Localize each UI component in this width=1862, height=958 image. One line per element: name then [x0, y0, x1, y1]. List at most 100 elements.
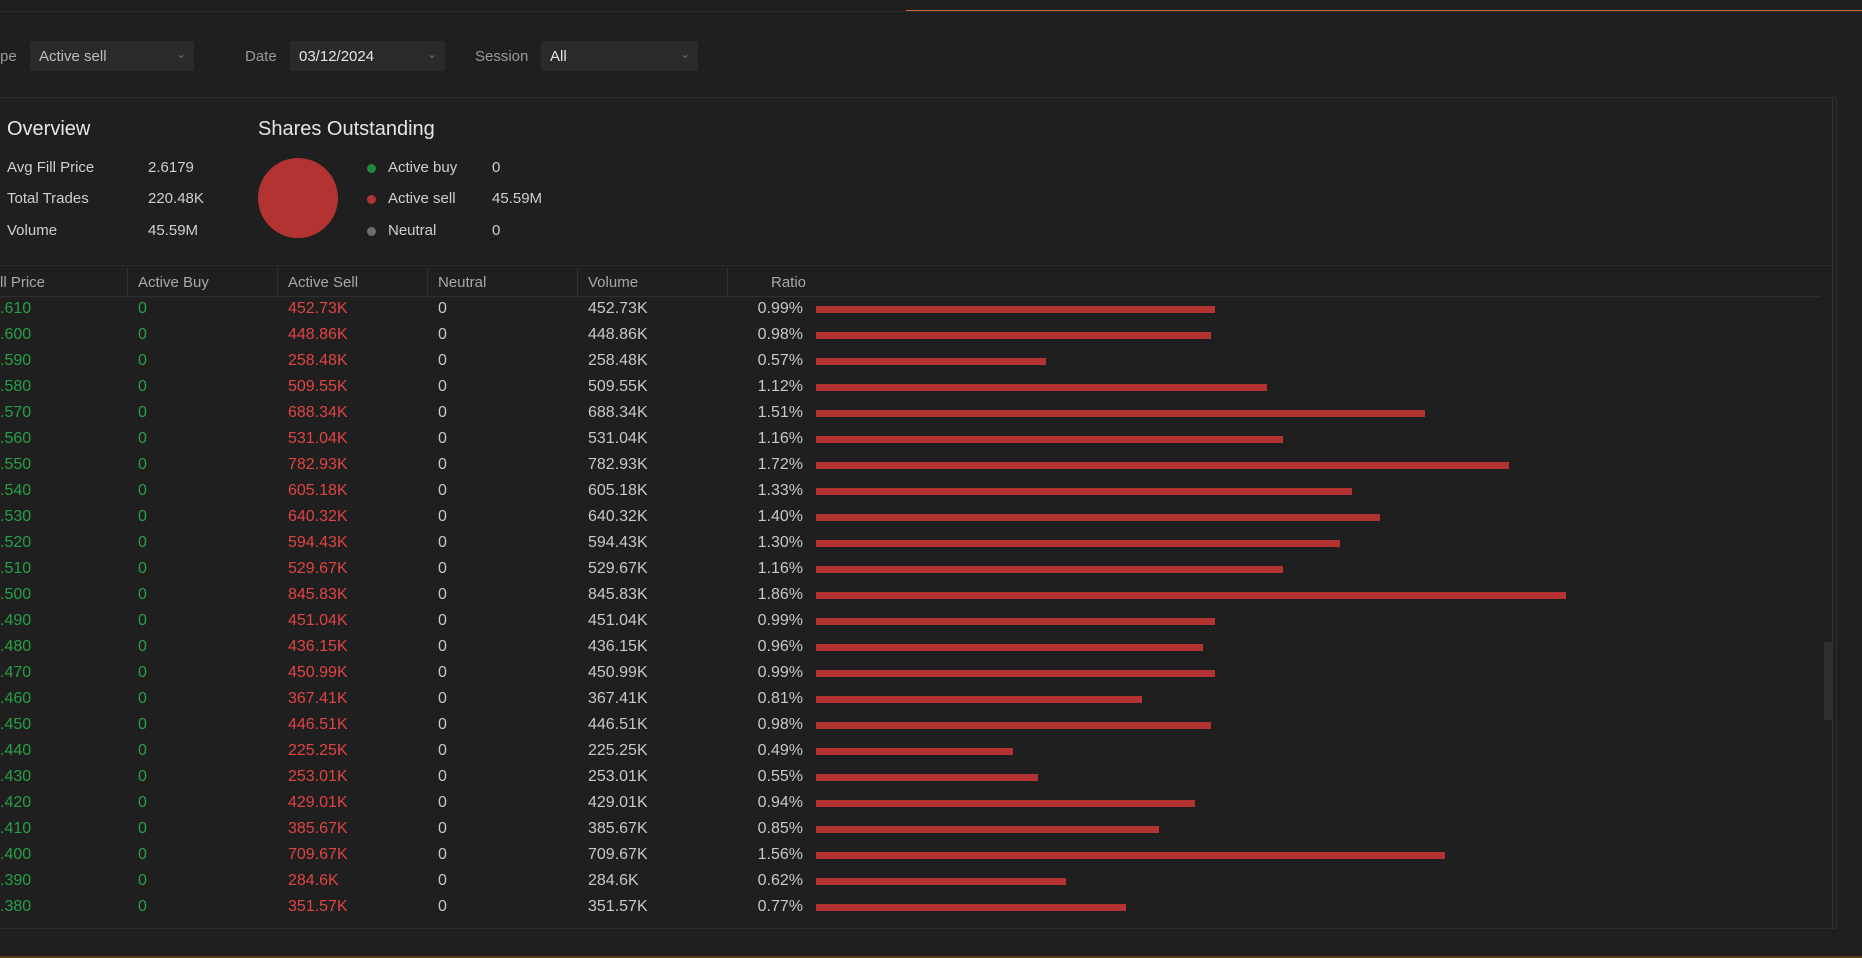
- active-sell-cell: 446.51K: [288, 716, 348, 733]
- table-row[interactable]: .590 0 258.48K 0 258.48K 0.57%: [0, 349, 1820, 375]
- type-select[interactable]: Active sell ⌄: [30, 41, 194, 71]
- table-row[interactable]: .550 0 782.93K 0 782.93K 1.72%: [0, 453, 1820, 479]
- active-buy-cell: 0: [138, 872, 147, 889]
- neutral-cell: 0: [438, 768, 447, 785]
- table-row[interactable]: .450 0 446.51K 0 446.51K 0.98%: [0, 713, 1820, 739]
- neutral-cell: 0: [438, 690, 447, 707]
- scrollbar-thumb[interactable]: [1824, 642, 1833, 720]
- column-divider[interactable]: [577, 268, 578, 296]
- table-row[interactable]: .520 0 594.43K 0 594.43K 1.30%: [0, 531, 1820, 557]
- fill-price-cell: .420: [0, 794, 32, 811]
- column-header-volume[interactable]: Volume: [588, 274, 638, 291]
- date-select-value: 03/12/2024: [299, 48, 375, 65]
- active-sell-cell: 429.01K: [288, 794, 348, 811]
- table-row[interactable]: .460 0 367.41K 0 367.41K 0.81%: [0, 687, 1820, 713]
- table-row[interactable]: .570 0 688.34K 0 688.34K 1.51%: [0, 401, 1820, 427]
- chevron-down-icon: ⌄: [679, 47, 690, 61]
- table-row[interactable]: .560 0 531.04K 0 531.04K 1.16%: [0, 427, 1820, 453]
- ratio-cell: 0.98%: [757, 716, 803, 733]
- table-row[interactable]: .430 0 253.01K 0 253.01K 0.55%: [0, 765, 1820, 791]
- column-header-neutral[interactable]: Neutral: [438, 274, 486, 291]
- volume-cell: 782.93K: [588, 456, 648, 473]
- active-buy-cell: 0: [138, 404, 147, 421]
- active-sell-cell: 448.86K: [288, 326, 348, 343]
- active-buy-cell: 0: [138, 534, 147, 551]
- ratio-cell: 0.99%: [757, 300, 803, 317]
- ratio-cell: 0.57%: [757, 352, 803, 369]
- column-header-active-sell[interactable]: Active Sell: [288, 274, 358, 291]
- ratio-bar: [816, 332, 1211, 339]
- active-sell-cell: 594.43K: [288, 534, 348, 551]
- active-sell-cell: 709.67K: [288, 846, 348, 863]
- table-row[interactable]: .480 0 436.15K 0 436.15K 0.96%: [0, 635, 1820, 661]
- volume-cell: 509.55K: [588, 378, 648, 395]
- column-divider[interactable]: [277, 268, 278, 296]
- pie-slice-active-sell[interactable]: [258, 158, 338, 238]
- column-header-fill-price[interactable]: ll Price: [0, 274, 45, 291]
- table-row[interactable]: .440 0 225.25K 0 225.25K 0.49%: [0, 739, 1820, 765]
- fill-price-cell: .530: [0, 508, 32, 525]
- neutral-cell: 0: [438, 378, 447, 395]
- scrollbar-track[interactable]: [1832, 97, 1833, 927]
- volume-cell: 451.04K: [588, 612, 648, 629]
- ratio-cell: 1.40%: [757, 508, 803, 525]
- active-sell-cell: 509.55K: [288, 378, 348, 395]
- fill-price-cell: .380: [0, 898, 32, 915]
- fill-price-cell: .610: [0, 300, 32, 317]
- session-select[interactable]: All ⌄: [541, 41, 698, 71]
- column-divider[interactable]: [727, 268, 728, 296]
- table-row[interactable]: .540 0 605.18K 0 605.18K 1.33%: [0, 479, 1820, 505]
- fill-price-cell: .440: [0, 742, 32, 759]
- date-select[interactable]: 03/12/2024 ⌄: [290, 41, 445, 71]
- fill-price-table-body: .610 0 452.73K 0 452.73K 0.99% .600 0 448.86K 0 44…: [0, 297, 1820, 927]
- table-row[interactable]: .410 0 385.67K 0 385.67K 0.85%: [0, 817, 1820, 843]
- session-select-value: All: [550, 48, 567, 65]
- table-row[interactable]: .400 0 709.67K 0 709.67K 1.56%: [0, 843, 1820, 869]
- volume-cell: 436.15K: [588, 638, 648, 655]
- active-buy-cell: 0: [138, 742, 147, 759]
- ratio-cell: 1.16%: [757, 560, 803, 577]
- ratio-bar: [816, 904, 1126, 911]
- neutral-cell: 0: [438, 794, 447, 811]
- overview-title: Overview: [7, 118, 91, 140]
- ratio-bar: [816, 514, 1380, 521]
- volume-cell: 225.25K: [588, 742, 648, 759]
- neutral-cell: 0: [438, 846, 447, 863]
- divider: [0, 265, 1836, 266]
- type-select-value: Active sell: [39, 48, 107, 65]
- ratio-bar: [816, 644, 1203, 651]
- table-row[interactable]: .390 0 284.6K 0 284.6K 0.62%: [0, 869, 1820, 895]
- legend-dot-icon: [367, 195, 376, 204]
- column-header-ratio[interactable]: Ratio: [771, 274, 806, 291]
- column-header-active-buy[interactable]: Active Buy: [138, 274, 209, 291]
- table-row[interactable]: .510 0 529.67K 0 529.67K 1.16%: [0, 557, 1820, 583]
- table-row[interactable]: .380 0 351.57K 0 351.57K 0.77%: [0, 895, 1820, 921]
- table-row[interactable]: .600 0 448.86K 0 448.86K 0.98%: [0, 323, 1820, 349]
- table-row[interactable]: .470 0 450.99K 0 450.99K 0.99%: [0, 661, 1820, 687]
- table-row[interactable]: .530 0 640.32K 0 640.32K 1.40%: [0, 505, 1820, 531]
- active-buy-cell: 0: [138, 612, 147, 629]
- active-sell-cell: 529.67K: [288, 560, 348, 577]
- ratio-cell: 0.55%: [757, 768, 803, 785]
- fill-price-cell: .400: [0, 846, 32, 863]
- table-row[interactable]: .500 0 845.83K 0 845.83K 1.86%: [0, 583, 1820, 609]
- table-row[interactable]: .610 0 452.73K 0 452.73K 0.99%: [0, 297, 1820, 323]
- overview-label: Total Trades: [7, 190, 89, 207]
- active-buy-cell: 0: [138, 560, 147, 577]
- table-row[interactable]: .580 0 509.55K 0 509.55K 1.12%: [0, 375, 1820, 401]
- column-divider[interactable]: [127, 268, 128, 296]
- volume-cell: 845.83K: [588, 586, 648, 603]
- ratio-bar: [816, 540, 1340, 547]
- ratio-cell: 1.30%: [757, 534, 803, 551]
- ratio-bar: [816, 592, 1566, 599]
- fill-price-cell: .520: [0, 534, 32, 551]
- table-row[interactable]: .420 0 429.01K 0 429.01K 0.94%: [0, 791, 1820, 817]
- active-sell-cell: 640.32K: [288, 508, 348, 525]
- active-buy-cell: 0: [138, 482, 147, 499]
- column-divider[interactable]: [427, 268, 428, 296]
- ratio-cell: 0.81%: [757, 690, 803, 707]
- table-row[interactable]: .490 0 451.04K 0 451.04K 0.99%: [0, 609, 1820, 635]
- volume-cell: 385.67K: [588, 820, 648, 837]
- active-buy-cell: 0: [138, 456, 147, 473]
- ratio-bar: [816, 384, 1267, 391]
